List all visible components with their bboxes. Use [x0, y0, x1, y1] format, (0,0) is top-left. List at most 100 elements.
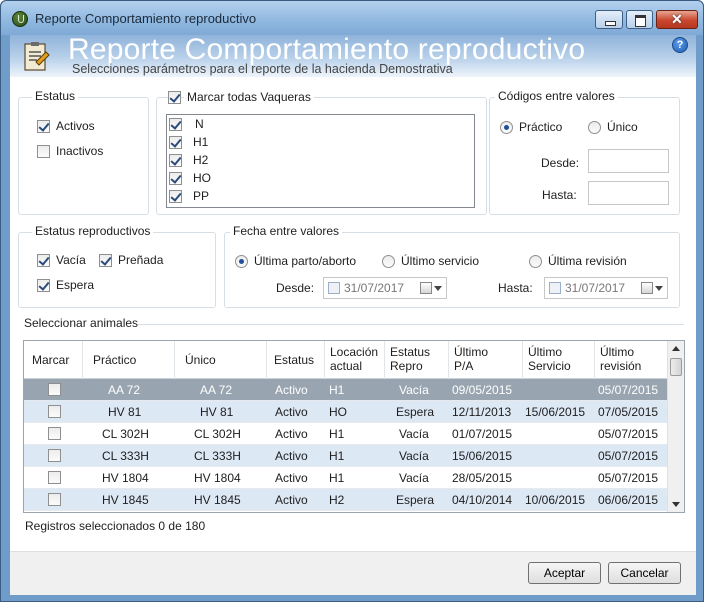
date-checkbox[interactable]	[328, 282, 340, 294]
cell-ultimo-pa: 28/05/2015	[452, 471, 513, 485]
vaquera-label-ho: HO	[193, 171, 211, 185]
cell-estatus-repro: Vacía	[399, 383, 429, 397]
inactivos-checkbox[interactable]	[37, 145, 50, 158]
row-checkbox[interactable]	[48, 427, 61, 440]
unico-label[interactable]: Único	[607, 120, 638, 134]
vaquera-checkbox-h2[interactable]	[169, 154, 182, 167]
table-row[interactable]: CL 333H CL 333H Activo H1 Vacía 15/06/20…	[24, 445, 667, 467]
practico-radio[interactable]	[500, 121, 513, 134]
vaqueras-list[interactable]: N H1 H2 HO PP	[166, 114, 475, 208]
cell-estatus-repro: Vacía	[399, 471, 429, 485]
fecha-desde-datepicker[interactable]: 31/07/2017	[323, 277, 447, 299]
row-checkbox[interactable]	[48, 449, 61, 462]
espera-label[interactable]: Espera	[56, 278, 94, 292]
app-logo-icon	[12, 11, 28, 27]
cell-estatus-repro: Espera	[396, 405, 435, 419]
cell-ultimo-revision: 06/06/2015	[598, 493, 659, 507]
vaquera-label-n: N	[195, 117, 204, 131]
vaquera-checkbox-ho[interactable]	[169, 172, 182, 185]
ultimo-servicio-label[interactable]: Último servicio	[401, 254, 479, 268]
cell-practico: HV 1804	[102, 471, 149, 485]
cell-locacion: HO	[329, 405, 347, 419]
activos-label[interactable]: Activos	[56, 119, 95, 133]
espera-checkbox[interactable]	[37, 279, 50, 292]
codigos-desde-input[interactable]	[588, 149, 669, 173]
ultimo-servicio-radio[interactable]	[382, 255, 395, 268]
vertical-scrollbar[interactable]	[667, 341, 684, 512]
close-button[interactable]: ✕	[656, 10, 698, 29]
ultima-revision-label[interactable]: Última revisión	[548, 254, 627, 268]
cell-practico: HV 1845	[102, 493, 149, 507]
scroll-down-icon[interactable]	[672, 502, 680, 507]
ultima-parto-radio[interactable]	[235, 255, 248, 268]
column-header-practico[interactable]: Práctico	[82, 341, 174, 379]
column-header-ultimo-revision[interactable]: Último revisión	[594, 341, 667, 379]
row-checkbox[interactable]	[48, 493, 61, 506]
vaquera-checkbox-pp[interactable]	[169, 190, 182, 203]
inactivos-label[interactable]: Inactivos	[56, 144, 103, 158]
help-icon[interactable]: ?	[672, 37, 688, 53]
animales-grid[interactable]: Marcar Práctico Único Estatus Locación ac…	[23, 340, 685, 513]
report-subtitle: Selecciones parámetros para el reporte d…	[72, 62, 453, 76]
title-bar[interactable]: Reporte Comportamiento reproductivo ✕	[1, 1, 703, 35]
maximize-button[interactable]	[626, 10, 653, 29]
cell-locacion: H1	[329, 471, 345, 485]
cell-practico: HV 81	[108, 405, 142, 419]
practico-label[interactable]: Práctico	[519, 120, 562, 134]
cell-practico: CL 302H	[102, 427, 149, 441]
button-bar: Aceptar Cancelar	[10, 551, 696, 595]
column-header-ultimo-pa[interactable]: Último P/A	[448, 341, 522, 379]
column-header-estatus-repro[interactable]: Estatus Repro	[384, 341, 448, 379]
prenada-label[interactable]: Preñada	[118, 253, 163, 267]
fecha-hasta-label: Hasta:	[498, 281, 533, 295]
row-checkbox[interactable]	[48, 471, 61, 484]
calendar-dropdown-icon[interactable]	[420, 282, 442, 295]
accept-button[interactable]: Aceptar	[528, 562, 601, 584]
cell-unico: CL 302H	[194, 427, 241, 441]
cell-unico: HV 81	[200, 405, 234, 419]
unico-radio[interactable]	[588, 121, 601, 134]
column-header-ultimo-servicio[interactable]: Último Servicio	[522, 341, 594, 379]
cell-ultimo-pa: 12/11/2013	[452, 405, 512, 419]
table-row[interactable]: AA 72 AA 72 Activo H1 Vacía 09/05/2015 0…	[24, 379, 667, 401]
vacia-label[interactable]: Vacía	[56, 253, 86, 267]
vaquera-label-h2: H2	[193, 153, 209, 167]
table-row[interactable]: CL 302H CL 302H Activo H1 Vacía 01/07/20…	[24, 423, 667, 445]
scroll-thumb[interactable]	[670, 358, 682, 376]
cell-ultimo-revision: 05/07/2015	[598, 383, 659, 397]
column-header-unico[interactable]: Único	[174, 341, 266, 379]
animales-section-title: Seleccionar animales	[24, 316, 139, 330]
dialog-body: Reporte Comportamiento reproductivo Sele…	[10, 33, 696, 595]
row-checkbox[interactable]	[48, 383, 61, 396]
cell-estatus-repro: Espera	[396, 493, 435, 507]
fecha-hasta-value: 31/07/2017	[565, 281, 626, 295]
ultima-revision-radio[interactable]	[529, 255, 542, 268]
row-checkbox[interactable]	[48, 405, 61, 418]
column-header-locacion[interactable]: Locación actual	[324, 341, 384, 379]
date-checkbox[interactable]	[549, 282, 561, 294]
table-row[interactable]: HV 1804 HV 1804 Activo H1 Vacía 28/05/20…	[24, 467, 667, 489]
prenada-checkbox[interactable]	[99, 254, 112, 267]
cell-ultimo-servicio: 15/06/2015	[525, 405, 586, 419]
table-row[interactable]: HV 1845 HV 1845 Activo H2 Espera 04/10/2…	[24, 489, 667, 511]
mark-all-vaqueras-label[interactable]: Marcar todas Vaqueras	[184, 90, 314, 104]
fecha-group-title: Fecha entre valores	[230, 224, 343, 238]
minimize-button[interactable]	[595, 10, 623, 29]
codigos-hasta-input[interactable]	[588, 181, 669, 205]
fecha-hasta-datepicker[interactable]: 31/07/2017	[544, 277, 668, 299]
ultima-parto-label[interactable]: Última parto/aborto	[254, 254, 356, 268]
activos-checkbox[interactable]	[37, 120, 50, 133]
scroll-up-icon[interactable]	[672, 346, 680, 351]
vacia-checkbox[interactable]	[37, 254, 50, 267]
table-row[interactable]: HV 81 HV 81 Activo HO Espera 12/11/2013 …	[24, 401, 667, 423]
cell-ultimo-pa: 15/06/2015	[452, 449, 513, 463]
vaquera-checkbox-n[interactable]	[169, 118, 182, 131]
calendar-dropdown-icon[interactable]	[641, 282, 663, 295]
column-header-estatus[interactable]: Estatus	[266, 341, 324, 379]
app-window: Reporte Comportamiento reproductivo ✕ Re…	[0, 0, 704, 602]
vaquera-checkbox-h1[interactable]	[169, 136, 182, 149]
cell-ultimo-revision: 05/07/2015	[598, 449, 659, 463]
mark-all-vaqueras-checkbox[interactable]	[168, 91, 181, 104]
column-header-marcar[interactable]: Marcar	[24, 341, 82, 379]
cancel-button[interactable]: Cancelar	[608, 562, 681, 584]
